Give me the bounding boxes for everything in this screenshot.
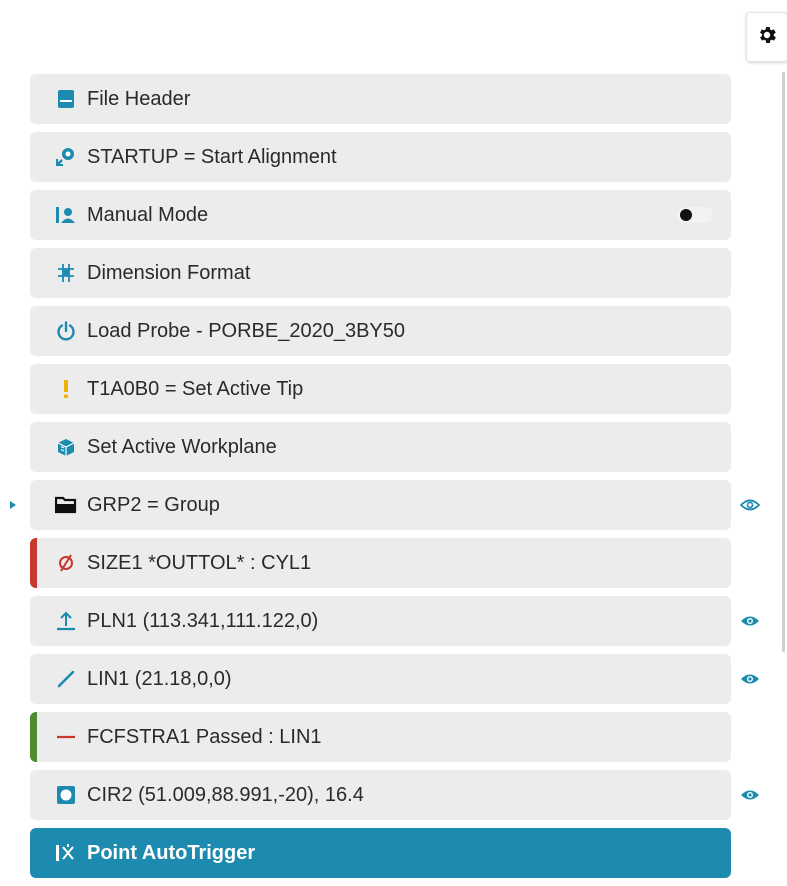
command-card[interactable]: FCFSTRA1 Passed : LIN1: [30, 712, 731, 762]
command-label: CIR2 (51.009,88.991,-20), 16.4: [87, 783, 364, 806]
command-card[interactable]: SIZE1 *OUTTOL* : CYL1: [30, 538, 731, 588]
list-item-lin1: LIN1 (21.18,0,0): [0, 654, 787, 712]
command-label: LIN1 (21.18,0,0): [87, 667, 232, 690]
point-autotrigger-icon: [55, 842, 77, 864]
eye-outline-icon[interactable]: [739, 495, 761, 515]
workplane-icon: [55, 436, 77, 458]
eye-filled-icon[interactable]: [739, 611, 761, 631]
command-label: Manual Mode: [87, 203, 209, 226]
command-label: GRP2 = Group: [87, 493, 220, 516]
power-icon: [55, 320, 77, 342]
list-item-cir2: CIR2 (51.009,88.991,-20), 16.4: [0, 770, 787, 828]
circle-icon: [55, 784, 77, 806]
list-item-size1: SIZE1 *OUTTOL* : CYL1: [0, 538, 787, 596]
dimension-format-icon: [55, 262, 77, 284]
diameter-icon: [55, 552, 77, 574]
command-label: STARTUP = Start Alignment: [87, 145, 337, 168]
command-label: PLN1 (113.341,111.122,0): [87, 609, 319, 632]
command-card[interactable]: STARTUP = Start Alignment: [30, 132, 731, 182]
eye-filled-icon[interactable]: [739, 669, 761, 689]
command-card[interactable]: Manual Mode: [30, 190, 731, 240]
list-item-manual-mode: Manual Mode: [0, 190, 787, 248]
gear-icon: [756, 24, 778, 51]
exclamation-icon: [55, 378, 77, 400]
list-item-set-active-tip: T1A0B0 = Set Active Tip: [0, 364, 787, 422]
command-card-selected[interactable]: Point AutoTrigger: [30, 828, 731, 878]
command-label: T1A0B0 = Set Active Tip: [87, 377, 304, 400]
fail-status-stripe: [30, 538, 37, 588]
settings-button[interactable]: [746, 12, 787, 62]
command-card[interactable]: PLN1 (113.341,111.122,0): [30, 596, 731, 646]
command-label: Set Active Workplane: [87, 435, 277, 458]
line-icon: [55, 668, 77, 690]
list-item-startup: STARTUP = Start Alignment: [0, 132, 787, 190]
command-card[interactable]: CIR2 (51.009,88.991,-20), 16.4: [30, 770, 731, 820]
folder-icon: [55, 494, 77, 516]
command-label: Load Probe - PORBE_2020_3BY50: [87, 319, 405, 342]
command-label: Point AutoTrigger: [87, 841, 256, 864]
list-item-pln1: PLN1 (113.341,111.122,0): [0, 596, 787, 654]
command-card[interactable]: Set Active Workplane: [30, 422, 731, 472]
list-item-set-active-workplane: Set Active Workplane: [0, 422, 787, 480]
plane-icon: [55, 610, 77, 632]
straightness-icon: [55, 726, 77, 748]
toggle-knob: [680, 209, 692, 221]
list-item-group: GRP2 = Group: [0, 480, 787, 538]
list-item-load-probe: Load Probe - PORBE_2020_3BY50: [0, 306, 787, 364]
command-card[interactable]: T1A0B0 = Set Active Tip: [30, 364, 731, 414]
command-label: FCFSTRA1 Passed : LIN1: [87, 725, 322, 748]
command-card[interactable]: Load Probe - PORBE_2020_3BY50: [30, 306, 731, 356]
list-item-file-header: File Header: [0, 74, 787, 132]
command-card[interactable]: Dimension Format: [30, 248, 731, 298]
expand-arrow-icon[interactable]: [8, 497, 18, 513]
pass-status-stripe: [30, 712, 37, 762]
manual-mode-icon: [55, 204, 77, 226]
list-item-dimension-format: Dimension Format: [0, 248, 787, 306]
document-icon: [55, 88, 77, 110]
command-card[interactable]: GRP2 = Group: [30, 480, 731, 530]
manual-mode-toggle[interactable]: [677, 207, 713, 223]
list-item-fcfstra1: FCFSTRA1 Passed : LIN1: [0, 712, 787, 770]
eye-filled-icon[interactable]: [739, 785, 761, 805]
command-label: File Header: [87, 87, 191, 110]
alignment-icon: [55, 146, 77, 168]
command-label: SIZE1 *OUTTOL* : CYL1: [87, 551, 312, 574]
command-label: Dimension Format: [87, 261, 251, 284]
command-card[interactable]: File Header: [30, 74, 731, 124]
list-item-point-autotrigger: Point AutoTrigger: [0, 828, 787, 886]
command-list: File Header STARTUP = Start Alignment Ma…: [0, 74, 787, 886]
command-card[interactable]: LIN1 (21.18,0,0): [30, 654, 731, 704]
